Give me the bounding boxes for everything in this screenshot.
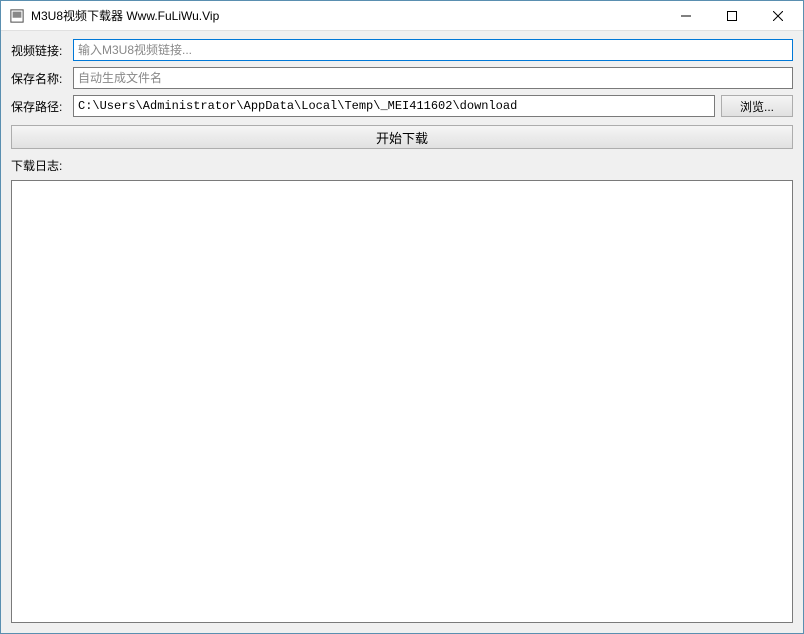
video-url-label: 视频链接:	[11, 42, 67, 59]
save-name-row: 保存名称:	[11, 67, 793, 89]
start-download-button[interactable]: 开始下载	[11, 125, 793, 149]
maximize-button[interactable]	[709, 1, 755, 31]
save-path-input[interactable]	[73, 95, 715, 117]
titlebar: M3U8视频下载器 Www.FuLiWu.Vip	[1, 1, 803, 31]
log-label: 下载日志:	[11, 157, 793, 174]
browse-button[interactable]: 浏览...	[721, 95, 793, 117]
video-url-row: 视频链接:	[11, 39, 793, 61]
log-textarea[interactable]	[11, 180, 793, 623]
window-title: M3U8视频下载器 Www.FuLiWu.Vip	[31, 7, 663, 24]
save-name-label: 保存名称:	[11, 70, 67, 87]
save-path-row: 保存路径: 浏览...	[11, 95, 793, 117]
app-icon	[9, 8, 25, 24]
content-area: 视频链接: 保存名称: 保存路径: 浏览... 开始下载 下载日志:	[1, 31, 803, 633]
app-window: M3U8视频下载器 Www.FuLiWu.Vip 视频链接: 保存名称: 保存路…	[0, 0, 804, 634]
save-path-label: 保存路径:	[11, 98, 67, 115]
close-button[interactable]	[755, 1, 801, 31]
window-controls	[663, 1, 801, 31]
minimize-button[interactable]	[663, 1, 709, 31]
video-url-input[interactable]	[73, 39, 793, 61]
save-name-input[interactable]	[73, 67, 793, 89]
